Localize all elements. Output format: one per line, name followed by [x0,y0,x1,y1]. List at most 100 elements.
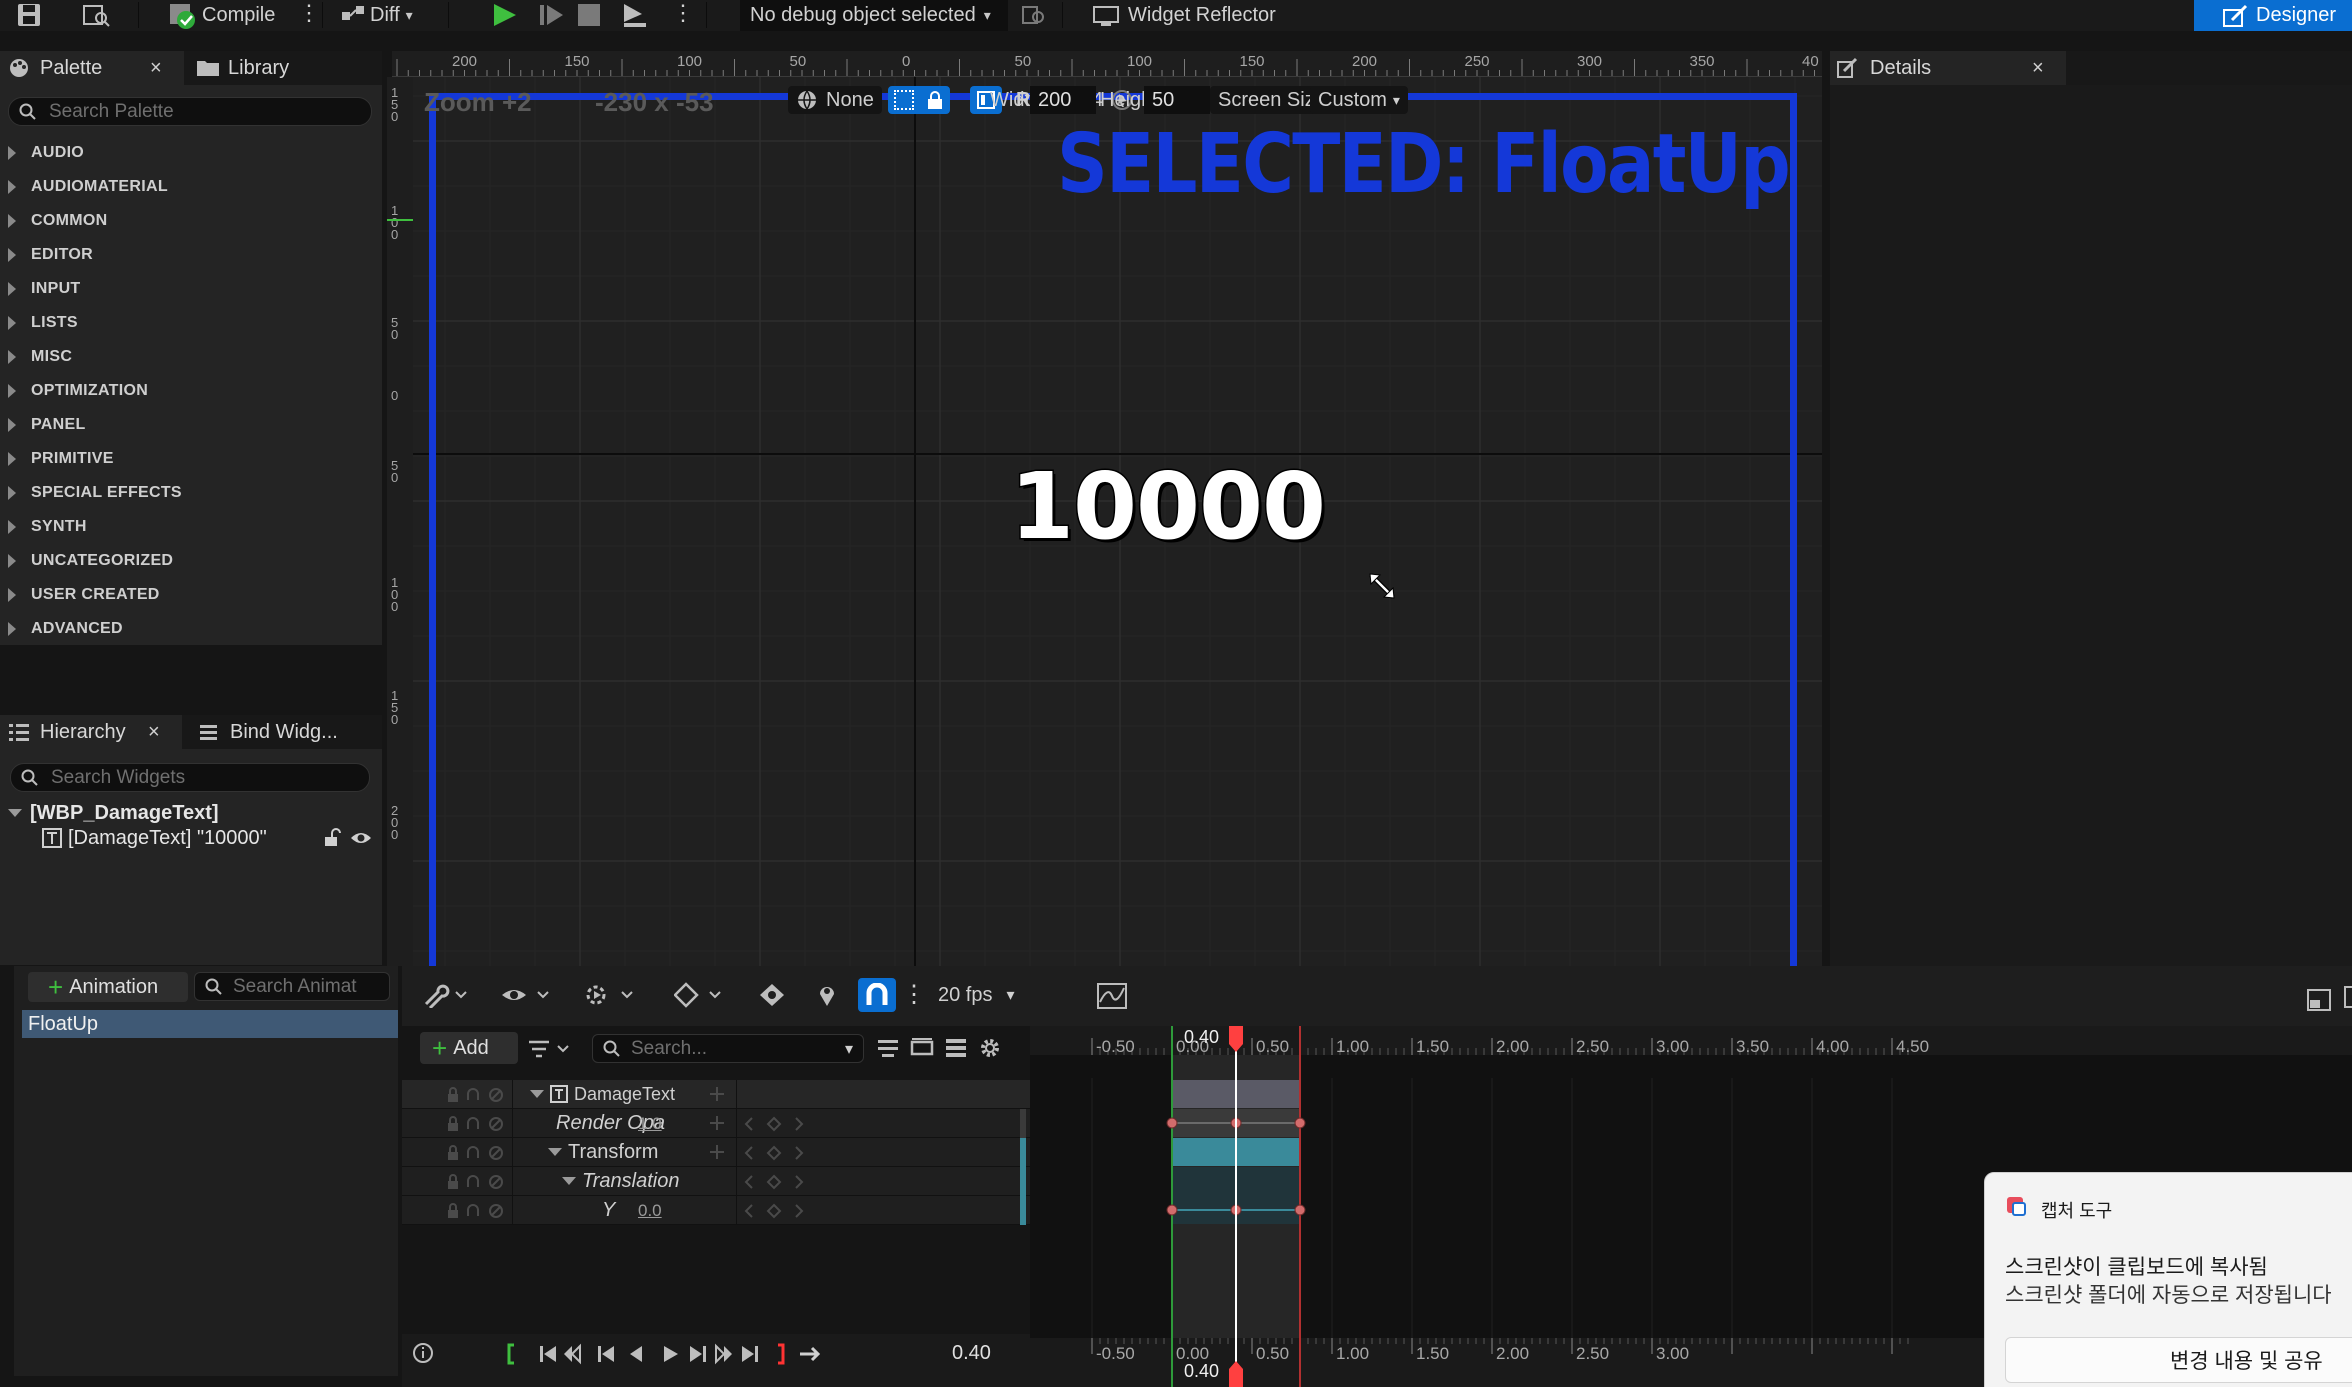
collapse-all-icon[interactable] [876,1036,900,1060]
eject-icon[interactable] [620,2,650,28]
chevron-down-icon[interactable] [530,1090,544,1098]
debug-browse-icon[interactable] [1020,3,1048,27]
key-navigation-icons[interactable] [744,1145,804,1161]
track-value[interactable]: 0.0 [638,1201,662,1221]
track-state-icons[interactable] [446,1173,506,1191]
tab-hierarchy[interactable]: Hierarchy × [0,715,182,749]
debug-object-dropdown[interactable]: No debug object selected ▾ [740,0,1008,31]
palette-category[interactable]: ADVANCED [0,612,380,646]
eye-icon[interactable] [350,828,372,848]
track-state-icons[interactable] [446,1144,506,1162]
capture-toast[interactable]: 캡처 도구 스크린샷이 클립보드에 복사됨 스크린샷 폴더에 자동으로 저장됩니… [1984,1172,2352,1387]
palette-category[interactable]: MISC [0,340,380,374]
compile-options-icon[interactable]: ⋮ [298,0,320,26]
tab-library[interactable]: Library [190,51,289,85]
palette-category[interactable]: SYNTH [0,510,380,544]
track-row[interactable]: Y 0.0 [402,1196,1030,1225]
info-icon[interactable] [412,1342,434,1364]
plus-icon[interactable] [710,1109,724,1130]
animation-search-input[interactable]: Search Animat [194,972,390,1001]
palette-category[interactable]: SPECIAL EFFECTS [0,476,380,510]
palette-category[interactable]: COMMON [0,204,380,238]
track-state-icons[interactable] [446,1115,506,1133]
fps-dropdown[interactable]: 20 fps ▾ [938,980,1015,1010]
compile-button[interactable]: Compile [168,0,275,31]
palette-category[interactable]: UNCATEGORIZED [0,544,380,578]
play-button[interactable] [490,2,520,28]
close-icon[interactable]: × [2032,57,2044,80]
plus-icon: + [48,972,64,1002]
track-row[interactable]: Render Opa 1.0 [402,1109,1030,1138]
palette-category[interactable]: OPTIMIZATION [0,374,380,408]
hierarchy-search-input[interactable]: Search Widgets [10,763,370,792]
track-row[interactable]: Transform [402,1138,1030,1167]
palette-category[interactable]: INPUT [0,272,380,306]
track-row[interactable]: Translation [402,1167,1030,1196]
filter-icon[interactable] [526,1036,574,1062]
playback-options-icon[interactable] [584,982,640,1008]
gear-icon[interactable] [978,1036,1002,1060]
palette-search-input[interactable]: Search Palette [8,97,372,126]
palette-category[interactable]: AUDIOMATERIAL [0,170,380,204]
snap-options-icon[interactable]: ⋮ [902,980,926,1009]
save-icon[interactable] [16,2,44,28]
hierarchy-root-item[interactable]: [WBP_DamageText] [0,801,382,825]
hierarchy-child-item[interactable]: [DamageText] "10000" [0,826,382,850]
tab-details[interactable]: Details × [1830,51,2066,85]
tab-bind-widgets[interactable]: Bind Widg... [194,715,338,749]
key-navigation-icons[interactable] [744,1116,804,1132]
palette-category-label: UNCATEGORIZED [31,552,174,569]
vertical-ruler: 1 5 0 1 0 0 5 0 0 5 0 1 0 0 1 5 0 2 0 0 [387,77,413,967]
track-value[interactable]: 1.0 [638,1114,662,1134]
palette-category[interactable]: LISTS [0,306,380,340]
toast-share-button[interactable]: 변경 내용 및 공유 [2005,1337,2352,1383]
height-input[interactable]: 50 [1144,86,1210,114]
chevron-down-icon[interactable] [548,1148,562,1156]
custom-dropdown[interactable]: Custom ▾ [1310,86,1408,114]
add-track-button[interactable]: + Add [420,1032,518,1064]
browse-icon[interactable] [82,2,112,28]
wrench-icon[interactable] [422,982,470,1008]
widget-reflector-button[interactable]: Widget Reflector [1092,0,1276,31]
palette-category[interactable]: EDITOR [0,238,380,272]
chevron-down-icon[interactable] [562,1177,576,1185]
snap-toggle[interactable] [858,978,896,1012]
palette-category[interactable]: PANEL [0,408,380,442]
track-state-icons[interactable] [446,1202,506,1220]
track-row[interactable]: DamageText [402,1080,1030,1109]
tab-palette[interactable]: Palette × [0,51,184,85]
stop-icon[interactable] [578,4,600,26]
palette-category[interactable]: USER CREATED [0,578,380,612]
palette-category[interactable]: AUDIO [0,136,380,170]
key-navigation-icons[interactable] [744,1203,804,1219]
unlock-icon[interactable] [322,828,342,848]
designer-viewport[interactable]: SELECTED: FloatUp 10000 Zoom +2 -230 x -… [392,51,1822,966]
animation-list-item[interactable]: FloatUp [22,1010,398,1038]
designer-button[interactable]: Designer [2194,0,2352,31]
view-options-icon[interactable] [500,982,556,1008]
track-state-icons[interactable] [446,1086,506,1104]
expand-icon[interactable] [910,1036,934,1060]
auto-key-icon[interactable] [758,982,788,1008]
plus-icon[interactable] [710,1080,724,1101]
close-icon[interactable]: × [148,721,160,744]
plus-icon[interactable] [710,1138,724,1159]
key-options-icon[interactable] [674,982,730,1008]
close-icon[interactable]: × [150,57,162,80]
marker-icon[interactable] [816,982,838,1008]
curve-editor-icon[interactable] [1096,982,1128,1010]
damage-text-preview[interactable]: 10000 [1008,452,1327,562]
list-icon[interactable] [944,1036,968,1060]
play-options-icon[interactable]: ⋮ [672,0,694,26]
locale-button[interactable]: None [788,86,882,114]
diff-button[interactable]: Diff ▾ [340,0,413,31]
track-search-input[interactable]: Search... ▾ [592,1034,864,1063]
step-forward-icon[interactable] [536,2,566,28]
current-time-value[interactable]: 0.40 [952,1342,991,1365]
add-animation-button[interactable]: + Animation [28,972,188,1002]
respect-locks-toggle[interactable] [888,86,950,114]
key-navigation-icons[interactable] [744,1174,804,1190]
layout-icon[interactable] [2306,988,2332,1012]
width-input[interactable]: 200 [1030,86,1096,114]
palette-category[interactable]: PRIMITIVE [0,442,380,476]
